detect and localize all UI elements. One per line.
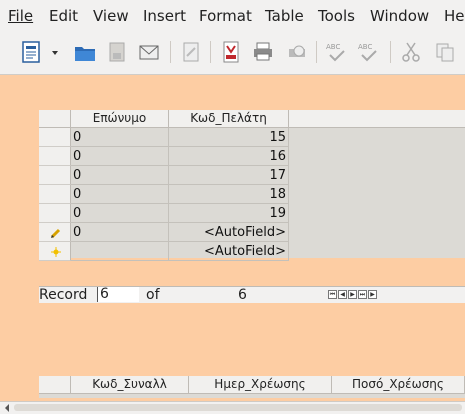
column-header-charge-amount[interactable]: Ποσό_Χρέωσης xyxy=(332,376,465,393)
menu-help[interactable]: He xyxy=(444,7,465,25)
cell-surname[interactable]: 0 xyxy=(71,223,169,242)
new-record-icon xyxy=(51,247,61,257)
of-label: of xyxy=(146,287,160,303)
cell-surname[interactable]: 0 xyxy=(71,204,169,223)
table-row[interactable]: 0 15 xyxy=(39,128,289,147)
cell-customer-code[interactable]: <AutoField> xyxy=(169,223,289,242)
horizontal-scrollbar[interactable] xyxy=(0,401,465,414)
row-header-corner[interactable] xyxy=(39,376,71,393)
row-header[interactable] xyxy=(39,204,71,223)
menu-table[interactable]: Table xyxy=(265,7,304,25)
email-icon[interactable] xyxy=(136,39,162,65)
save-icon[interactable] xyxy=(104,39,130,65)
cell-customer-code[interactable]: 17 xyxy=(169,166,289,185)
column-header-transaction-code[interactable]: Κωδ_Συναλλ xyxy=(71,376,189,393)
table-row[interactable]: 0 16 xyxy=(39,147,289,166)
first-record-button[interactable]: ⏮ xyxy=(328,290,337,299)
cell-surname[interactable]: 0 xyxy=(71,128,169,147)
cell-customer-code[interactable]: 16 xyxy=(169,147,289,166)
customers-table: Επώνυμο Κωδ_Πελάτη 0 15 0 16 0 17 0 18 0… xyxy=(39,110,465,261)
record-number-field[interactable]: 6 xyxy=(97,287,139,302)
new-dropdown-icon[interactable] xyxy=(48,39,62,65)
menu-tools[interactable]: Tools xyxy=(318,7,355,25)
record-navigation-bar: Record 6 of 6 ⏮ ◀ ▶ ⏭ ▶ xyxy=(39,286,465,303)
cell-customer-code[interactable]: 15 xyxy=(169,128,289,147)
print-preview-icon[interactable] xyxy=(284,39,310,65)
record-total: 6 xyxy=(238,287,247,303)
table-header: Κωδ_Συναλλ Ημερ_Χρέωσης Ποσό_Χρέωσης xyxy=(39,376,465,394)
toolbar-separator xyxy=(316,41,317,63)
row-header[interactable] xyxy=(39,147,71,166)
column-header-surname[interactable]: Επώνυμο xyxy=(71,110,169,127)
previous-record-button[interactable]: ◀ xyxy=(338,290,347,299)
table-row-editing[interactable]: 0 <AutoField> xyxy=(39,223,289,242)
cell-surname[interactable] xyxy=(71,242,169,261)
menu-file[interactable]: File xyxy=(8,7,33,25)
new-record-button[interactable]: ▶ xyxy=(368,290,377,299)
row-header[interactable] xyxy=(39,242,71,261)
table-row[interactable]: 0 19 xyxy=(39,204,289,223)
standard-toolbar: ABC ABC xyxy=(0,32,465,75)
svg-text:ABC: ABC xyxy=(358,43,372,51)
column-header-customer-code[interactable]: Κωδ_Πελάτη xyxy=(169,110,289,127)
print-icon[interactable] xyxy=(250,39,276,65)
pencil-icon xyxy=(50,228,61,239)
svg-text:ABC: ABC xyxy=(326,43,340,51)
cell-customer-code[interactable]: 19 xyxy=(169,204,289,223)
toolbar-separator xyxy=(170,41,171,63)
scroll-left-icon[interactable] xyxy=(3,403,11,413)
toolbar-separator xyxy=(210,41,211,63)
row-header[interactable] xyxy=(39,185,71,204)
transactions-table: Κωδ_Συναλλ Ημερ_Χρέωσης Ποσό_Χρέωσης xyxy=(39,376,465,398)
row-header[interactable] xyxy=(39,128,71,147)
menu-window[interactable]: Window xyxy=(370,7,429,25)
export-pdf-icon[interactable] xyxy=(218,39,244,65)
table-header: Επώνυμο Κωδ_Πελάτη xyxy=(39,110,465,128)
cell-customer-code[interactable]: 18 xyxy=(169,185,289,204)
cell-surname[interactable]: 0 xyxy=(71,147,169,166)
edit-file-icon[interactable] xyxy=(178,39,204,65)
table-row[interactable]: 0 18 xyxy=(39,185,289,204)
scrollbar-thumb[interactable] xyxy=(14,404,462,411)
cell-customer-code[interactable]: <AutoField> xyxy=(169,242,289,261)
table-row-new[interactable]: <AutoField> xyxy=(39,242,289,261)
menu-edit[interactable]: Edit xyxy=(49,7,78,25)
spellcheck-icon[interactable]: ABC xyxy=(324,39,350,65)
row-header[interactable] xyxy=(39,223,71,242)
row-header[interactable] xyxy=(39,166,71,185)
copy-icon[interactable] xyxy=(432,39,458,65)
column-header-charge-date[interactable]: Ημερ_Χρέωσης xyxy=(189,376,332,393)
menu-view[interactable]: View xyxy=(93,7,129,25)
menu-bar: File Edit View Insert Format Table Tools… xyxy=(0,0,465,32)
menu-format[interactable]: Format xyxy=(199,7,252,25)
last-record-button[interactable]: ⏭ xyxy=(358,290,367,299)
row-header-corner[interactable] xyxy=(39,110,71,127)
open-folder-icon[interactable] xyxy=(72,39,98,65)
next-record-button[interactable]: ▶ xyxy=(348,290,357,299)
record-label: Record xyxy=(39,287,88,303)
menu-insert[interactable]: Insert xyxy=(143,7,186,25)
cut-icon[interactable] xyxy=(398,39,424,65)
autospellcheck-icon[interactable]: ABC xyxy=(356,39,382,65)
cell-surname[interactable]: 0 xyxy=(71,185,169,204)
toolbar-separator xyxy=(390,41,391,63)
cell-surname[interactable]: 0 xyxy=(71,166,169,185)
new-document-icon[interactable] xyxy=(18,39,44,65)
table-row[interactable]: 0 17 xyxy=(39,166,289,185)
